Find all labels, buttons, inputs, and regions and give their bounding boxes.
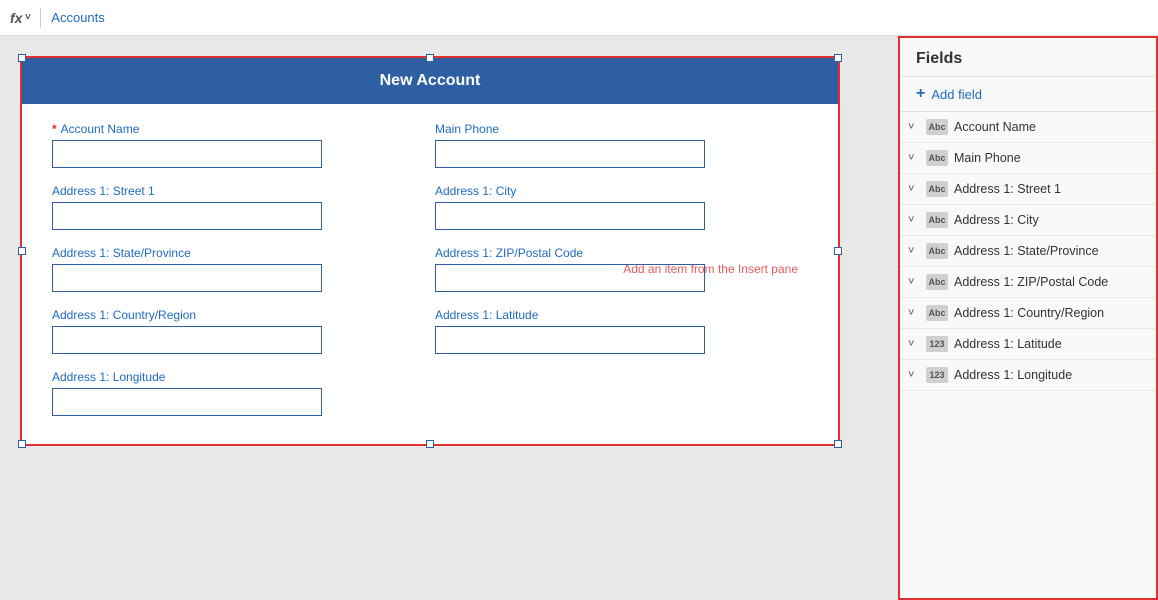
chevron-icon: ˅ (908, 338, 920, 350)
field-item-account-name[interactable]: ˅ Abc Account Name (900, 112, 1156, 143)
field-item-label: Address 1: Latitude (954, 337, 1062, 351)
field-item-address-country[interactable]: ˅ Abc Address 1: Country/Region (900, 298, 1156, 329)
field-item-label: Address 1: City (954, 213, 1039, 227)
field-item-address-state[interactable]: ˅ Abc Address 1: State/Province (900, 236, 1156, 267)
field-item-address-zip[interactable]: ˅ Abc Address 1: ZIP/Postal Code (900, 267, 1156, 298)
field-label-address-city: Address 1: City (435, 184, 808, 198)
add-field-button[interactable]: + Add field (900, 77, 1156, 112)
chevron-icon: ˅ (908, 307, 920, 319)
field-item-label: Main Phone (954, 151, 1021, 165)
form-grid: * Account Name Main Phone (52, 114, 818, 424)
input-address-state[interactable] (52, 264, 322, 292)
input-main-phone[interactable] (435, 140, 705, 168)
handle-top-left[interactable] (18, 54, 26, 62)
field-item-label: Address 1: Longitude (954, 368, 1072, 382)
input-account-name[interactable] (52, 140, 322, 168)
field-label-account-name: * Account Name (52, 122, 425, 136)
field-item-label: Address 1: State/Province (954, 244, 1099, 258)
field-label-address-longitude: Address 1: Longitude (52, 370, 425, 384)
field-item-label: Address 1: ZIP/Postal Code (954, 275, 1108, 289)
breadcrumb[interactable]: Accounts (51, 10, 104, 25)
insert-hint: Add an item from the Insert pane (623, 262, 798, 276)
field-account-name: * Account Name (52, 114, 435, 176)
field-item-address-latitude[interactable]: ˅ 123 Address 1: Latitude (900, 329, 1156, 360)
add-field-label: Add field (931, 87, 982, 102)
topbar-separator (40, 8, 41, 28)
input-address-longitude[interactable] (52, 388, 322, 416)
type-badge-abc: Abc (926, 212, 948, 228)
field-address-zip: Address 1: ZIP/Postal Code Add an item f… (435, 238, 818, 300)
field-label-address-latitude: Address 1: Latitude (435, 308, 808, 322)
chevron-icon: ˅ (908, 276, 920, 288)
type-badge-abc: Abc (926, 243, 948, 259)
type-badge-abc: Abc (926, 150, 948, 166)
field-main-phone: Main Phone (435, 114, 818, 176)
type-badge-abc: Abc (926, 274, 948, 290)
field-address-country: Address 1: Country/Region (52, 300, 435, 362)
chevron-icon: ˅ (908, 214, 920, 226)
required-star: * (52, 122, 57, 136)
field-item-address-city[interactable]: ˅ Abc Address 1: City (900, 205, 1156, 236)
field-item-label: Address 1: Street 1 (954, 182, 1061, 196)
canvas-area: New Account * Account Name (0, 36, 898, 600)
field-item-main-phone[interactable]: ˅ Abc Main Phone (900, 143, 1156, 174)
field-label-address-street: Address 1: Street 1 (52, 184, 425, 198)
chevron-icon: ˅ (908, 245, 920, 257)
field-label-main-phone: Main Phone (435, 122, 808, 136)
chevron-icon: ˅ (908, 183, 920, 195)
field-label-address-country: Address 1: Country/Region (52, 308, 425, 322)
type-badge-abc: Abc (926, 119, 948, 135)
type-badge-num: 123 (926, 367, 948, 383)
type-badge-abc: Abc (926, 305, 948, 321)
field-item-label: Address 1: Country/Region (954, 306, 1104, 320)
field-address-state: Address 1: State/Province (52, 238, 435, 300)
input-address-city[interactable] (435, 202, 705, 230)
topbar: fx ˅ Accounts (0, 0, 1158, 36)
form-header: New Account (22, 58, 838, 104)
fields-panel: Fields + Add field ˅ Abc Account Name ˅ … (898, 36, 1158, 600)
field-address-city: Address 1: City (435, 176, 818, 238)
panel-title: Fields (900, 38, 1156, 77)
input-address-country[interactable] (52, 326, 322, 354)
type-badge-num: 123 (926, 336, 948, 352)
fx-icon: fx ˅ (10, 10, 30, 26)
main-layout: New Account * Account Name (0, 36, 1158, 600)
form-container: New Account * Account Name (20, 56, 840, 446)
form-title: New Account (380, 72, 481, 89)
handle-top-right[interactable] (834, 54, 842, 62)
chevron-icon: ˅ (908, 369, 920, 381)
handle-top-center[interactable] (426, 54, 434, 62)
field-item-label: Account Name (954, 120, 1036, 134)
field-label-address-zip: Address 1: ZIP/Postal Code (435, 246, 808, 260)
fx-label: fx (10, 10, 22, 26)
fx-chevron-icon: ˅ (24, 12, 30, 23)
field-item-address-longitude[interactable]: ˅ 123 Address 1: Longitude (900, 360, 1156, 391)
type-badge-abc: Abc (926, 181, 948, 197)
field-address-street: Address 1: Street 1 (52, 176, 435, 238)
chevron-icon: ˅ (908, 121, 920, 133)
field-label-address-state: Address 1: State/Province (52, 246, 425, 260)
field-address-latitude: Address 1: Latitude (435, 300, 818, 362)
field-address-longitude: Address 1: Longitude (52, 362, 435, 424)
input-address-latitude[interactable] (435, 326, 705, 354)
form-body: * Account Name Main Phone (22, 104, 838, 444)
chevron-icon: ˅ (908, 152, 920, 164)
field-item-address-street[interactable]: ˅ Abc Address 1: Street 1 (900, 174, 1156, 205)
plus-icon: + (916, 85, 925, 103)
input-address-street[interactable] (52, 202, 322, 230)
